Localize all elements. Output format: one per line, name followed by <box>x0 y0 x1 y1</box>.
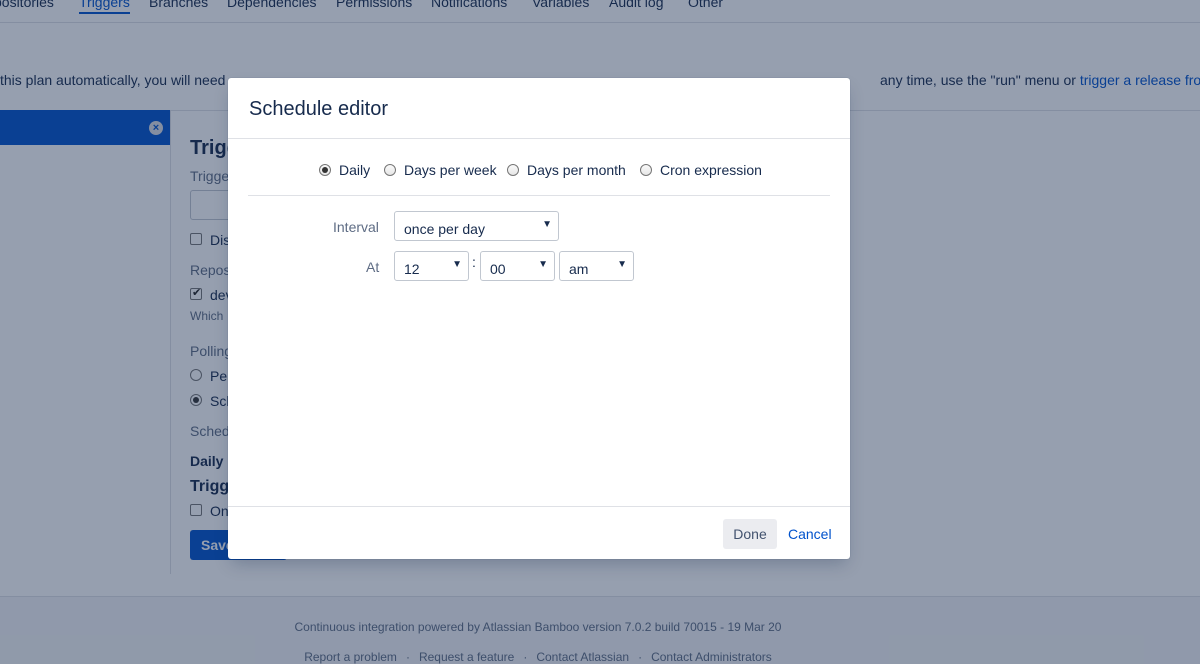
frequency-daily-radio[interactable] <box>319 164 331 176</box>
dialog-footer: Done Cancel <box>228 506 850 559</box>
frequency-days-per-month-option[interactable]: Days per month <box>507 162 626 178</box>
frequency-days-per-month-radio[interactable] <box>507 164 519 176</box>
hour-select[interactable]: 12 ▼ <box>394 251 469 281</box>
chevron-down-icon: ▼ <box>542 219 552 230</box>
hour-select-value: 12 <box>404 261 420 277</box>
interval-select-value: once per day <box>404 221 485 237</box>
cancel-button[interactable]: Cancel <box>788 526 832 542</box>
minute-select-value: 00 <box>490 261 506 277</box>
at-label: At <box>366 259 380 275</box>
dialog-header: Schedule editor <box>228 78 850 139</box>
interval-select[interactable]: once per day ▼ <box>394 211 559 241</box>
interval-label: Interval <box>333 219 379 235</box>
dialog-title: Schedule editor <box>249 98 388 120</box>
ampm-select[interactable]: am ▼ <box>559 251 634 281</box>
frequency-days-per-month-label: Days per month <box>527 162 626 178</box>
frequency-cron-label: Cron expression <box>660 162 762 178</box>
frequency-days-per-week-option[interactable]: Days per week <box>384 162 497 178</box>
frequency-cron-radio[interactable] <box>640 164 652 176</box>
frequency-options: Daily Days per week Days per month Cron … <box>248 162 830 196</box>
chevron-down-icon: ▼ <box>538 259 548 270</box>
chevron-down-icon: ▼ <box>617 259 627 270</box>
frequency-daily-option[interactable]: Daily <box>319 162 370 178</box>
done-button[interactable]: Done <box>723 519 777 549</box>
ampm-select-value: am <box>569 261 589 277</box>
frequency-days-per-week-label: Days per week <box>404 162 497 178</box>
schedule-editor-dialog: Schedule editor Daily Days per week Days… <box>228 78 850 559</box>
frequency-cron-option[interactable]: Cron expression <box>640 162 762 178</box>
time-separator: : <box>472 254 476 270</box>
minute-select[interactable]: 00 ▼ <box>480 251 555 281</box>
chevron-down-icon: ▼ <box>452 259 462 270</box>
frequency-days-per-week-radio[interactable] <box>384 164 396 176</box>
frequency-daily-label: Daily <box>339 162 371 178</box>
